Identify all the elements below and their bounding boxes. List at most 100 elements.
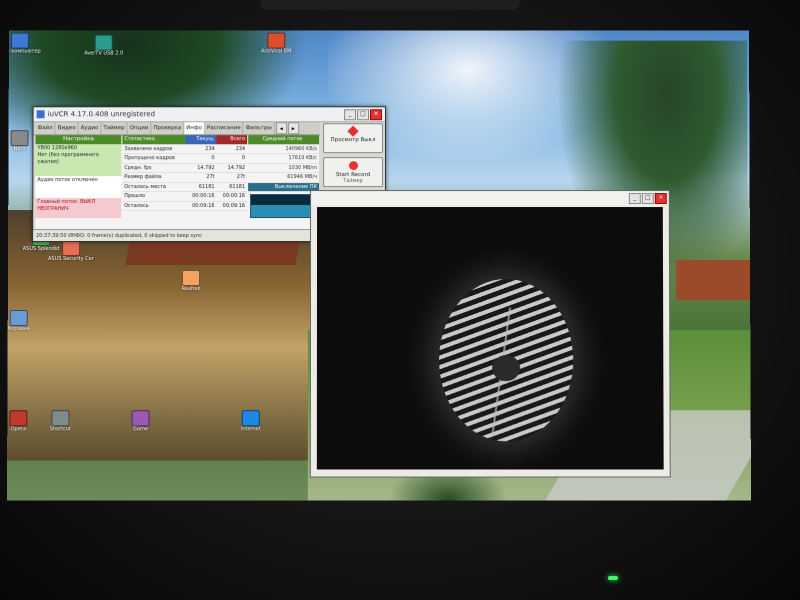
preview-close-button[interactable]: × (654, 192, 667, 204)
stat-current: 00:00:16 (192, 193, 215, 200)
statistics-rows: Захвачено кадров 234 234 Пропущено кадров 0 0… (122, 144, 248, 212)
tab-timer[interactable]: Таймер (101, 122, 128, 135)
flow-value: 1030 MB/m (248, 163, 320, 174)
bezel-top (260, 0, 520, 10)
desktop: Мой компьютер AverTV USB 2.0 AntiViral BM N… (6, 30, 752, 501)
statistics-row: Осталось места 61181 61181 (122, 182, 248, 193)
tab-scroll-right-icon[interactable]: ▸ (287, 122, 299, 135)
desktop-icon-label: Realtek (181, 286, 201, 293)
desktop-icon[interactable]: AntiViral BM (253, 32, 299, 55)
shortcut-icon (9, 310, 28, 327)
bitrate-graph (250, 194, 318, 219)
preview-titlebar[interactable]: _ □ × (311, 191, 669, 206)
statistics-row: Прошло 00:00:16 00:00:16 (122, 192, 248, 202)
shortcut-icon (51, 410, 70, 427)
statistics-header-row: Статистика Текущ. Всего (122, 135, 248, 145)
shortcut-icon (181, 270, 200, 287)
shortcut-icon (267, 32, 286, 49)
desktop-icon-label: AntiViral BM (261, 48, 292, 55)
stat-total: 234 (235, 145, 246, 152)
tab-bar: Файл Видео Аудио Таймер Опции Проверка И… (33, 122, 321, 136)
settings-line: Главный поток: ВЫКЛ (37, 199, 96, 206)
window-title: iuVCR 4.17.0.408 unregistered (47, 110, 156, 119)
stat-name: Осталось места (124, 183, 166, 190)
preview-toggle-button[interactable]: Просмотр Выкл (323, 123, 383, 154)
video-settings-block: YB00 1280x960 Нет (без программного сжат… (35, 144, 122, 177)
capture-titlebar[interactable]: iuVCR 4.17.0.408 unregistered _ □ × (33, 107, 385, 123)
desktop-icon[interactable]: Opera (7, 410, 41, 432)
preview-icon (347, 125, 359, 137)
desktop-icon[interactable]: ASUS Security Center (48, 240, 94, 262)
flow-value: 61946 MB/ч (248, 173, 320, 183)
settings-line: YB00 1280x960 (37, 145, 78, 152)
tab-audio[interactable]: Аудио (78, 122, 102, 135)
desktop-icon[interactable]: Shortcut (37, 410, 83, 432)
stat-total: 0 (241, 155, 246, 162)
tab-options[interactable]: Опции (127, 122, 152, 135)
app-icon (36, 110, 45, 119)
stat-name: Прошло (124, 193, 146, 200)
tab-video[interactable]: Видео (55, 122, 79, 135)
stat-name: Пропущено кадров (124, 155, 175, 162)
desktop-icon-label: ASUS Security Center (48, 256, 95, 263)
stat-current: 00:09:16 (192, 202, 215, 209)
info-panel: Настройка YB00 1280x960 Нет (без програм… (35, 135, 320, 230)
desktop-icon-label: Корзина (7, 326, 30, 333)
tab-filters[interactable]: Фильтры (243, 122, 275, 135)
tab-schedule[interactable]: Расписание (204, 122, 244, 135)
shortcut-icon (10, 130, 29, 147)
preview-window[interactable]: _ □ × (309, 190, 671, 478)
settings-header: Настройка (35, 135, 122, 145)
statistics-row: Средн. fps 14.792 14.792 (122, 163, 248, 174)
status-text: 20:37:39:50 ИНФО: 0 frame(s) duplicated,… (36, 232, 202, 239)
settings-line: сжатия) (37, 159, 59, 166)
stat-total: 14.792 (227, 164, 246, 171)
preview-minimize-button[interactable]: _ (628, 192, 641, 204)
stat-current: 14.792 (197, 164, 215, 171)
audio-settings-block: Аудио поток отключен (35, 176, 122, 199)
start-record-button[interactable]: Start Record Таймер (323, 157, 383, 188)
statistics-row: Пропущено кадров 0 0 (122, 154, 248, 164)
desktop-icon[interactable]: Internet (228, 410, 274, 432)
flow-header: Средний поток (248, 135, 320, 145)
stats-col-name: Статистика (124, 136, 155, 143)
shortcut-icon (62, 240, 81, 257)
stat-total: 00:00:16 (222, 193, 246, 200)
tab-check[interactable]: Проверка (151, 122, 185, 135)
minimize-button[interactable]: _ (344, 108, 357, 120)
stats-col-current: Текущ. (185, 135, 217, 144)
preview-maximize-button[interactable]: □ (641, 192, 654, 204)
settings-line: Нет (без программного (37, 152, 99, 159)
stat-name: Средн. fps (124, 164, 152, 171)
flow-column: Средний поток 140960 KB/s 17619 KB/c 103… (248, 135, 320, 219)
record-icon (348, 161, 358, 171)
desktop-icon-label: AverTV USB 2.0 (84, 50, 124, 57)
shutdown-label[interactable]: Выключение ПК (248, 182, 320, 193)
desktop-icon[interactable]: AverTV USB 2.0 (81, 34, 127, 57)
statistics-table: Статистика Текущ. Всего Захвачено кадров… (122, 135, 248, 212)
maximize-button[interactable]: □ (357, 108, 370, 120)
stats-col-total: Всего (216, 135, 248, 144)
desktop-icon[interactable]: Мой компьютер (7, 32, 43, 55)
stat-name: Размер файла (124, 174, 162, 181)
power-led (608, 576, 618, 580)
desktop-icon-label: Opera (10, 426, 26, 433)
desktop-icon[interactable]: Realtek (168, 270, 214, 292)
video-preview (316, 207, 664, 470)
shortcut-icon (241, 410, 260, 427)
stat-current: 0 (211, 155, 215, 162)
close-button[interactable]: × (370, 108, 382, 120)
desktop-icon-label: Game (133, 426, 149, 433)
stat-total: 00:09:16 (222, 202, 246, 209)
tab-info[interactable]: Инфо (184, 122, 205, 135)
bitrate-graph-fill (251, 204, 317, 218)
statistics-row: Размер файла 27t 27t (122, 173, 248, 183)
settings-line: НЕОГРАНИЧ (37, 206, 69, 213)
stat-name: Захвачено кадров (124, 145, 173, 152)
tab-file[interactable]: Файл (35, 122, 56, 135)
desktop-icon[interactable]: Game (117, 410, 163, 432)
desktop-icon[interactable]: Корзина (7, 310, 42, 332)
shortcut-icon (131, 410, 150, 427)
tab-scroll-left-icon[interactable]: ◂ (275, 122, 287, 135)
timer-label: Таймер (343, 178, 363, 185)
